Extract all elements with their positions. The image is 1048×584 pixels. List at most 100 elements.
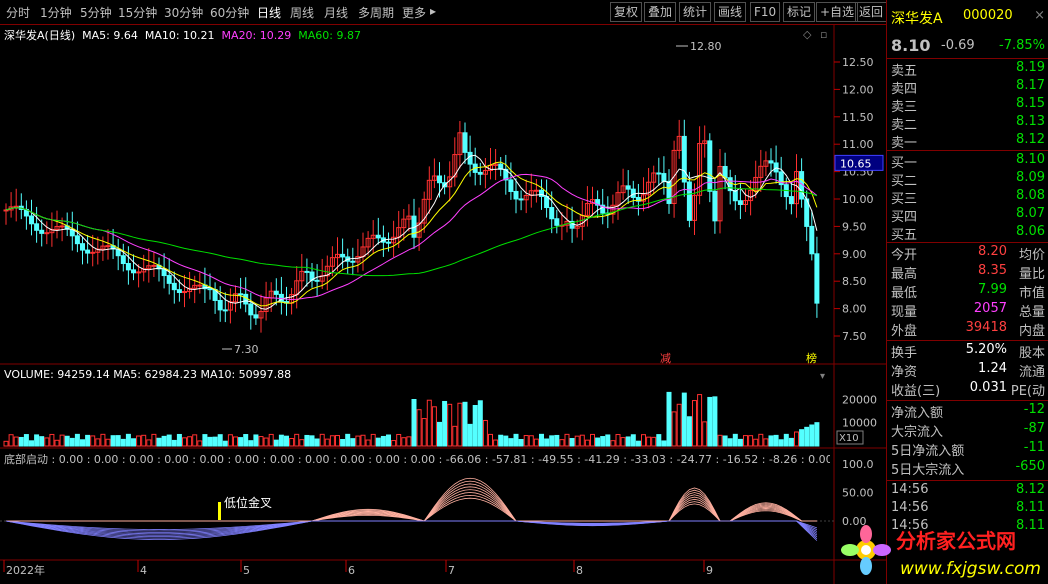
volume-bar xyxy=(299,439,305,447)
stat-label: 今开 xyxy=(891,248,918,263)
restore-rights-button[interactable]: 复权 xyxy=(610,2,643,22)
volume-bar xyxy=(625,436,631,447)
volume-bar xyxy=(635,440,641,447)
volume-bar xyxy=(620,437,626,447)
mark-button[interactable]: 标记 xyxy=(783,2,816,22)
candle-body xyxy=(166,275,172,284)
volume-bar xyxy=(375,437,381,447)
price-tick-label: 12.50 xyxy=(842,56,874,69)
volume-bar xyxy=(508,438,514,447)
candle-body xyxy=(539,189,544,197)
f10-button[interactable]: F10 xyxy=(750,2,781,22)
volume-bar xyxy=(737,438,743,447)
flow-row: 5日大宗流入 -650 xyxy=(891,459,1045,478)
statistics-button[interactable]: 统计 xyxy=(679,2,712,22)
flow-value: -650 xyxy=(1015,459,1045,474)
volume-bar xyxy=(54,439,60,447)
volume-bar xyxy=(431,406,437,447)
more-arrow-icon[interactable]: ▸ xyxy=(430,4,436,18)
volume-bar xyxy=(681,392,687,447)
candle-body xyxy=(44,232,50,235)
volume-bar xyxy=(651,436,657,447)
close-icon[interactable]: × xyxy=(1034,8,1045,23)
candle-body xyxy=(477,171,483,175)
candle-body xyxy=(462,132,468,153)
candle-body xyxy=(59,225,65,228)
ma20-label: MA20: 10.29 xyxy=(221,29,292,42)
ask-level-row: 卖四 8.17 xyxy=(891,78,1045,97)
period-tab-1min[interactable]: 1分钟 xyxy=(40,4,72,21)
volume-bar xyxy=(345,433,351,447)
volume-bar xyxy=(3,440,9,447)
volume-bar xyxy=(380,435,386,447)
quote-panel: 深华发A 000020 × 8.10 -0.69 -7.85% 卖五 8.19 卖四… xyxy=(886,0,1048,584)
volume-bar xyxy=(69,437,75,447)
period-tab-weekly[interactable]: 周线 xyxy=(290,4,314,21)
candle-body xyxy=(105,245,111,248)
period-tab-30min[interactable]: 30分钟 xyxy=(164,4,203,21)
candle-body xyxy=(176,289,182,293)
tick-row: 14:56 8.12 xyxy=(891,482,1045,500)
bid-level-label: 买一 xyxy=(891,156,918,171)
candle-body xyxy=(85,249,91,254)
period-tab-daily[interactable]: 日线 xyxy=(257,4,281,21)
tick-value: 8.11 xyxy=(1016,500,1045,515)
period-tab-multi[interactable]: 多周期 xyxy=(358,4,394,21)
period-tab-more[interactable]: 更多 xyxy=(402,4,426,21)
volume-bar xyxy=(804,426,810,447)
ma10-line xyxy=(5,161,818,307)
chart-area[interactable]: 12.80 7.30 减 榜 ◇ ▫ 低位金叉 12.50 12.00 11.50 11.00 1… xyxy=(0,24,886,584)
volume-bar xyxy=(253,434,259,447)
event-marker-b: 榜 xyxy=(806,351,817,365)
flow-row: 5日净流入额 -11 xyxy=(891,440,1045,459)
date-tick-label: 8 xyxy=(576,564,583,577)
price-tick-label: 9.00 xyxy=(842,248,867,261)
back-button[interactable]: 返回 xyxy=(855,2,888,22)
indicator-positive-line xyxy=(6,480,817,522)
overlay-button[interactable]: 叠加 xyxy=(644,2,677,22)
stat-label: 最高 xyxy=(891,267,918,282)
price-change-pct: -7.85% xyxy=(999,38,1045,53)
volume-bar xyxy=(396,433,402,447)
candle-body xyxy=(182,291,187,294)
ask-level-value: 8.19 xyxy=(1016,60,1045,75)
period-tab-5min[interactable]: 5分钟 xyxy=(80,4,112,21)
volume-bar xyxy=(39,436,45,447)
stat-label2: 内盘 xyxy=(1018,324,1045,339)
draw-button[interactable]: 画线 xyxy=(714,2,747,22)
candle-body xyxy=(314,279,320,282)
tick-value: 8.12 xyxy=(1016,482,1045,497)
volume-bar xyxy=(294,433,300,447)
candle-body xyxy=(131,269,136,274)
volume-bar xyxy=(314,438,320,447)
volume-bar xyxy=(467,423,473,447)
flow-value: -87 xyxy=(1023,421,1045,436)
volume-pane xyxy=(3,391,820,447)
collapse-arrow-icon: ▾ xyxy=(820,371,825,382)
volume-bar xyxy=(697,394,703,447)
volume-bar xyxy=(151,433,157,447)
candle-body xyxy=(518,198,524,201)
period-tab-monthly[interactable]: 月线 xyxy=(324,4,348,21)
period-tab-60min[interactable]: 60分钟 xyxy=(210,4,249,21)
stat-label: 最低 xyxy=(891,286,918,301)
volume-bar xyxy=(498,434,504,447)
candle-body xyxy=(340,253,346,258)
add-watchlist-button[interactable]: +自选 xyxy=(816,2,859,22)
volume-bar xyxy=(187,436,193,447)
stock-title-line: 深华发A(日线) xyxy=(4,29,76,42)
candle-body xyxy=(253,314,259,319)
bid-level-label: 买四 xyxy=(891,210,918,225)
volume-bar xyxy=(732,433,738,447)
volume-bar xyxy=(799,429,805,447)
stat-value: 39418 xyxy=(965,320,1007,335)
bid-level-value: 8.06 xyxy=(1016,224,1045,239)
volume-bar xyxy=(743,435,748,447)
volume-bar xyxy=(426,399,432,447)
watermark-title: 分析家公式网 xyxy=(896,529,1016,553)
period-tab-minute[interactable]: 分时 xyxy=(6,4,30,21)
stat2-label: 净资 xyxy=(891,365,918,380)
candle-body xyxy=(533,189,539,192)
period-tab-15min[interactable]: 15分钟 xyxy=(118,4,157,21)
candle-body xyxy=(722,165,728,179)
